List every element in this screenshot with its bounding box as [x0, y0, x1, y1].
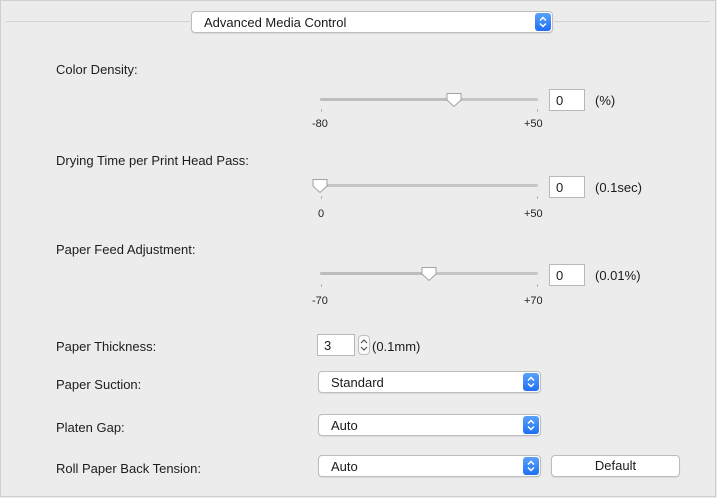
drying-time-max-label: +50 [524, 208, 543, 220]
drying-time-track[interactable] [320, 184, 538, 187]
paper-suction-select[interactable]: Standard [318, 371, 541, 393]
paper-feed-thumb[interactable] [420, 266, 438, 286]
color-density-max-label: +50 [524, 118, 543, 130]
drying-time-tick-max [537, 196, 538, 199]
roll-tension-select[interactable]: Auto [318, 455, 541, 477]
color-density-fill [320, 98, 455, 101]
color-density-unit: (%) [595, 93, 616, 108]
paper-thickness-label: Paper Thickness: [56, 339, 157, 354]
drying-time-min-label: 0 [318, 208, 325, 220]
paper-thickness-field[interactable]: 3 [317, 334, 355, 356]
stepper-icon[interactable] [358, 335, 370, 355]
roll-tension-value: Auto [331, 459, 358, 474]
drying-time-value: 0 [556, 180, 564, 195]
roll-tension-label: Roll Paper Back Tension: [56, 461, 202, 476]
color-density-tick-max [537, 109, 538, 112]
up-down-arrows-icon [523, 457, 539, 475]
color-density-value: 0 [556, 93, 564, 108]
drying-time-label: Drying Time per Print Head Pass: [56, 153, 249, 168]
paper-suction-label: Paper Suction: [56, 377, 142, 392]
paper-suction-value: Standard [331, 375, 384, 390]
media-control-select[interactable]: Advanced Media Control [191, 11, 553, 33]
up-down-arrows-icon [523, 373, 539, 391]
paper-thickness-value: 3 [324, 338, 332, 353]
divider-right [554, 21, 710, 22]
paper-feed-fill [320, 272, 429, 275]
color-density-label: Color Density: [56, 62, 138, 77]
color-density-track[interactable] [320, 98, 538, 101]
up-down-arrows-icon [523, 416, 539, 434]
paper-feed-label: Paper Feed Adjustment: [56, 242, 196, 257]
drying-time-unit: (0.1sec) [595, 180, 642, 195]
platen-gap-value: Auto [331, 418, 358, 433]
paper-feed-field[interactable]: 0 [549, 264, 585, 286]
default-button[interactable]: Default [551, 455, 680, 477]
media-control-select-value: Advanced Media Control [204, 15, 347, 30]
color-density-field[interactable]: 0 [549, 89, 585, 111]
paper-feed-value: 0 [556, 268, 564, 283]
drying-time-thumb[interactable] [311, 178, 329, 198]
paper-feed-tick-max [537, 284, 538, 287]
color-density-tick-min [321, 109, 322, 112]
paper-feed-tick-min [321, 284, 322, 287]
paper-feed-unit: (0.01%) [595, 268, 641, 283]
color-density-min-label: -80 [312, 118, 328, 130]
drying-time-field[interactable]: 0 [549, 176, 585, 198]
platen-gap-label: Platen Gap: [56, 420, 125, 435]
paper-feed-min-label: -70 [312, 295, 328, 307]
divider-left [6, 21, 190, 22]
paper-thickness-unit: (0.1mm) [372, 339, 421, 354]
up-down-arrows-icon [535, 13, 551, 31]
color-density-thumb[interactable] [445, 92, 463, 112]
paper-feed-max-label: +70 [524, 295, 543, 307]
drying-time-tick-min [321, 196, 322, 199]
platen-gap-select[interactable]: Auto [318, 414, 541, 436]
